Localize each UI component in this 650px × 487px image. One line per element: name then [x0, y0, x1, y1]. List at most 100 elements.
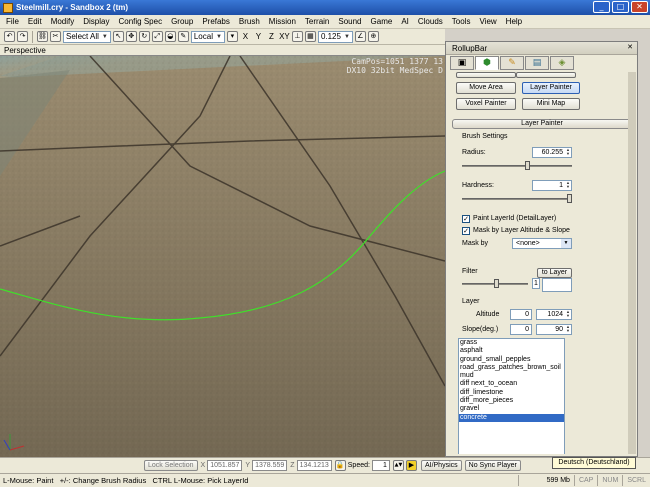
list-item[interactable]: road_grass_patches_brown_soil [459, 364, 564, 372]
spinner-icon[interactable]: ▲ ▼ [565, 181, 571, 190]
axis-z-button[interactable]: Z [266, 32, 277, 41]
redo-icon[interactable]: ↷ [17, 31, 28, 42]
link-icon[interactable]: ⛓ [37, 31, 48, 42]
z-coordinate[interactable]: 134.1213 [296, 460, 332, 471]
menu-file[interactable]: File [6, 17, 19, 26]
lock-selection-button[interactable]: Lock Selection [144, 460, 198, 471]
menu-game[interactable]: Game [371, 17, 393, 26]
hidden-top-button-2[interactable] [516, 72, 576, 78]
snap-value-dropdown[interactable]: 0.125 ▼ [317, 30, 353, 43]
list-item[interactable]: ground_small_pepples [459, 356, 564, 364]
menu-group[interactable]: Group [171, 17, 193, 26]
game-mode-icon[interactable]: ▶ [405, 460, 417, 471]
rollup-scrollbar[interactable] [628, 72, 636, 454]
selection-dropdown[interactable]: Select All ▼ [63, 30, 111, 43]
voxel-painter-button[interactable]: Voxel Painter [456, 98, 516, 110]
list-item[interactable]: gravel [459, 405, 564, 413]
menu-mission[interactable]: Mission [269, 17, 296, 26]
menu-terrain[interactable]: Terrain [305, 17, 329, 26]
ai-physics-button[interactable]: AI/Physics [420, 460, 462, 471]
mini-map-button[interactable]: Mini Map [522, 98, 580, 110]
menu-ai[interactable]: AI [401, 17, 409, 26]
language-indicator[interactable]: Deutsch (Deutschland) [552, 457, 636, 469]
mask-by-dropdown[interactable]: <none> ▼ [512, 238, 572, 249]
spinner-icon[interactable]: ▲ ▼ [565, 148, 571, 157]
layer-painter-button[interactable]: Layer Painter [522, 82, 580, 94]
layer-list[interactable]: grass asphalt ground_small_pepples road_… [458, 338, 565, 454]
maximize-button[interactable]: □ [612, 1, 629, 13]
lock-icon[interactable]: 🔒 [334, 460, 346, 471]
radius-input[interactable]: 60.255 ▲ ▼ [532, 147, 572, 158]
layer-painter-section[interactable]: Layer Painter [452, 119, 632, 129]
to-layer-button[interactable]: to Layer [537, 268, 572, 278]
scale-icon[interactable]: ⤢ [151, 31, 163, 42]
hardness-slider-track[interactable] [462, 198, 572, 200]
menu-help[interactable]: Help [506, 17, 522, 26]
minimize-button[interactable]: _ [593, 1, 610, 13]
menu-edit[interactable]: Edit [28, 17, 42, 26]
terrain-snap-icon[interactable]: ◒ [164, 31, 176, 42]
hardness-slider-thumb[interactable] [567, 194, 572, 203]
menu-prefabs[interactable]: Prefabs [202, 17, 230, 26]
radius-slider-thumb[interactable] [525, 161, 530, 170]
coord-system-dropdown[interactable]: Local ▼ [190, 30, 225, 43]
menu-view[interactable]: View [479, 17, 496, 26]
tab-layers[interactable]: ◈ [550, 56, 574, 70]
hardness-input[interactable]: 1 ▲ ▼ [532, 180, 572, 191]
spinner-icon[interactable]: ▲ ▼ [565, 310, 571, 319]
select-cursor-icon[interactable]: ↖ [112, 31, 124, 42]
radius-slider-track[interactable] [462, 165, 572, 167]
list-item[interactable]: grass [459, 339, 564, 347]
hidden-top-button[interactable] [456, 72, 516, 78]
tab-objects[interactable]: ▣ [450, 56, 474, 70]
menu-display[interactable]: Display [83, 17, 109, 26]
undo-icon[interactable]: ↶ [4, 31, 15, 42]
list-item[interactable]: mud [459, 372, 564, 380]
no-sync-player-button[interactable]: No Sync Player [464, 460, 521, 471]
tab-modeling[interactable]: ✎ [500, 56, 524, 70]
move-area-button[interactable]: Move Area [456, 82, 516, 94]
filter-slider-thumb[interactable] [494, 279, 499, 288]
constrain-icon[interactable]: ▾ [226, 31, 238, 42]
paint-layerid-checkbox[interactable]: ✓ [462, 215, 470, 223]
altitude-min-input[interactable]: 0 [510, 309, 532, 320]
tab-terrain[interactable]: ⬢ [475, 56, 499, 70]
list-item[interactable]: asphalt [459, 347, 564, 355]
speed-spinner-icon[interactable]: ▲▼ [392, 460, 404, 471]
axis-xy-button[interactable]: XY [279, 32, 290, 41]
axis-x-button[interactable]: X [240, 32, 251, 41]
mask-altitude-checkbox[interactable]: ✓ [462, 227, 470, 235]
x-coordinate[interactable]: 1051.857 [207, 460, 243, 471]
perspective-viewport[interactable]: CamPos=1051 1377 13 DX10 32bit MedSpec D [0, 56, 445, 457]
scrollbar-thumb[interactable] [628, 72, 636, 454]
list-item[interactable]: diff_limestone [459, 389, 564, 397]
speed-input[interactable]: 1 [371, 460, 390, 471]
snap-icon[interactable]: ✎ [177, 31, 189, 42]
grid-icon[interactable]: ▦ [304, 31, 316, 42]
spinner-icon[interactable]: ▲ ▼ [565, 325, 571, 334]
filter-value-box[interactable]: 1 [532, 278, 540, 289]
menu-brush[interactable]: Brush [239, 17, 260, 26]
terrain-follow-icon[interactable]: ⊥ [291, 31, 303, 42]
filter-color-swatch[interactable] [542, 278, 572, 292]
slope-max-input[interactable]: 90 ▲ ▼ [536, 324, 572, 335]
tab-display[interactable]: ▤ [525, 56, 549, 70]
angle-snap-icon[interactable]: ∠ [354, 31, 366, 42]
menu-clouds[interactable]: Clouds [418, 17, 443, 26]
close-icon[interactable]: ✕ [626, 44, 634, 52]
close-button[interactable]: ✕ [631, 1, 648, 13]
altitude-max-input[interactable]: 1024 ▲ ▼ [536, 309, 572, 320]
slope-min-input[interactable]: 0 [510, 324, 532, 335]
axis-y-button[interactable]: Y [253, 32, 264, 41]
move-icon[interactable]: ✥ [125, 31, 137, 42]
unlink-icon[interactable]: ✂ [50, 31, 61, 42]
menu-sound[interactable]: Sound [338, 17, 361, 26]
rotate-icon[interactable]: ↻ [138, 31, 150, 42]
align-icon[interactable]: ⊕ [367, 31, 379, 42]
list-item-selected[interactable]: concrete [459, 413, 564, 422]
menu-modify[interactable]: Modify [51, 17, 75, 26]
y-coordinate[interactable]: 1378.559 [252, 460, 288, 471]
menu-tools[interactable]: Tools [452, 17, 471, 26]
menu-config-spec[interactable]: Config Spec [118, 17, 162, 26]
list-item[interactable]: diff_more_pieces [459, 397, 564, 405]
